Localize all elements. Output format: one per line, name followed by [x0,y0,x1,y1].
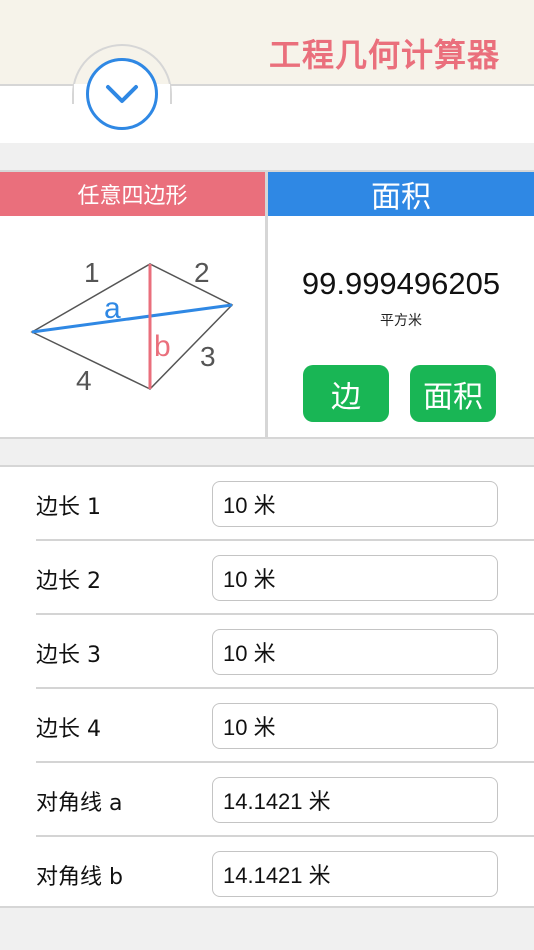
side-label-3: 3 [200,341,216,372]
app-title: 工程几何计算器 [268,36,500,74]
side-label-1: 1 [84,257,100,288]
side-3-label: 边长 3 [36,643,101,668]
diagonal-b-label: b [154,330,171,363]
diagonal-a-label: a [104,292,121,325]
diagonal-a-row: 对角线 a [36,763,534,837]
diagonal-b-row: 对角线 b [36,837,534,911]
quadrilateral-diagram: 1 2 3 4 a b [30,257,234,396]
diagonal-b-input[interactable] [212,851,498,897]
side-2-input[interactable] [212,555,498,601]
side-1-row: 边长 1 [36,467,534,541]
diagonal-a-field-label: 对角线 a [36,791,123,816]
area-result-value: 99.999496205 [301,266,501,301]
diagonal-b-field-label: 对角线 b [36,865,123,890]
area-button[interactable]: 面积 [410,365,496,422]
collapse-button[interactable] [86,58,158,130]
side-2-row: 边长 2 [36,541,534,615]
chevron-down-icon [106,85,138,103]
diagonal-a-input[interactable] [212,777,498,823]
result-panel: 任意四边形 面积 1 2 3 4 a b 99.999496205 平方米 边 … [0,170,534,439]
side-3-row: 边长 3 [36,615,534,689]
side-1-label: 边长 1 [36,495,101,520]
side-button[interactable]: 边 [303,365,389,422]
side-4-label: 边长 4 [36,717,101,742]
side-4-input[interactable] [212,703,498,749]
side-1-input[interactable] [212,481,498,527]
side-3-input[interactable] [212,629,498,675]
side-2-label: 边长 2 [36,569,101,594]
shape-name: 任意四边形 [0,172,265,216]
side-label-2: 2 [194,257,210,288]
result-title: 面积 [268,172,534,216]
side-4-row: 边长 4 [36,689,534,763]
diagonal-a-line [31,303,233,334]
side-label-4: 4 [76,365,92,396]
area-result-unit: 平方米 [380,313,422,329]
input-form: 边长 1 边长 2 边长 3 边长 4 对角线 a 对角线 b [0,465,534,908]
